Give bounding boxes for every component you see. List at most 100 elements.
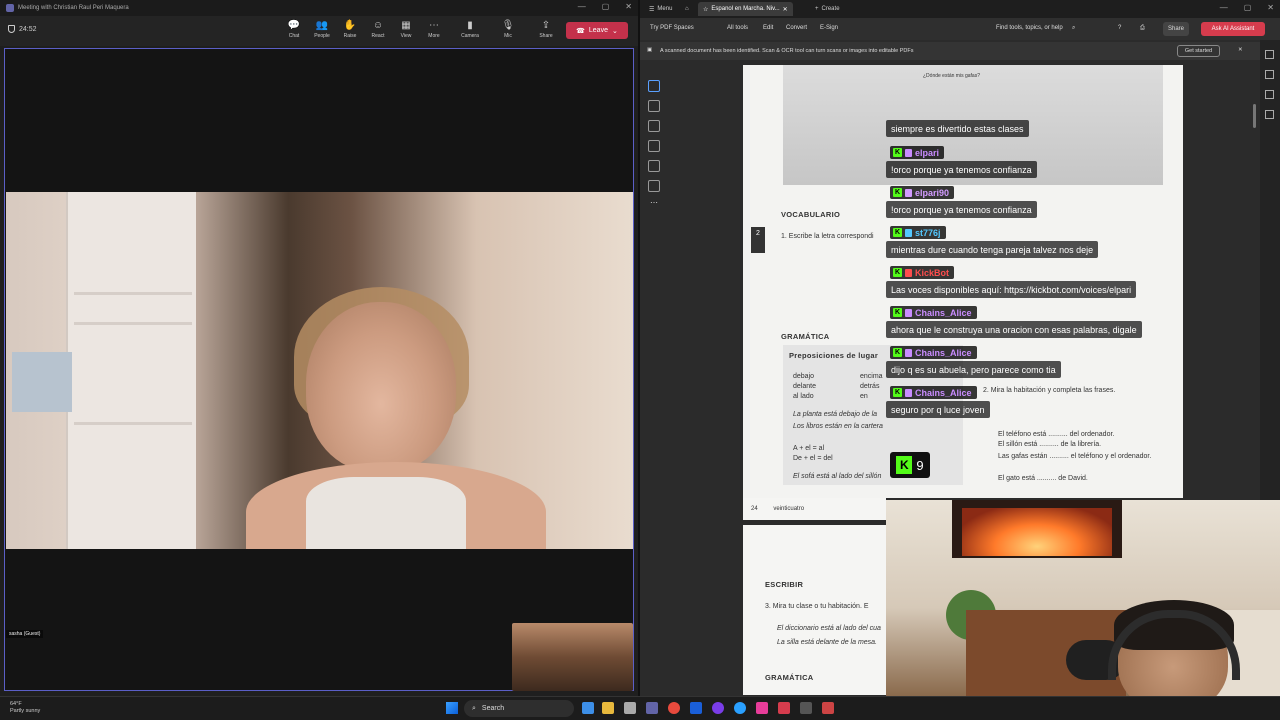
home-tab[interactable]: ⌂ [680, 2, 694, 16]
select-tool-icon[interactable] [648, 80, 660, 92]
pen-tool-icon[interactable] [648, 120, 660, 132]
weather-widget[interactable]: 64°F Partly sunny [10, 701, 40, 715]
chat-button[interactable]: 💬 Chat [281, 20, 307, 44]
teams-window-title: Meeting with Christian Raul Peri Maquera [18, 5, 129, 11]
home-icon: ⌂ [685, 6, 689, 12]
close-icon[interactable]: ✕ [625, 2, 632, 11]
video-person-top [306, 477, 466, 549]
annotation-tools: ⋯ [644, 74, 664, 214]
teams-window: Meeting with Christian Raul Peri Maquera… [0, 0, 638, 696]
maximize-icon[interactable]: ▢ [1244, 3, 1252, 12]
acrobat-icon[interactable] [778, 702, 790, 714]
chat-username[interactable]: Kst776j [890, 226, 946, 239]
react-button[interactable]: ☺ React [365, 20, 391, 44]
kick-badge-icon: K [893, 148, 902, 157]
app-l-icon[interactable] [690, 702, 702, 714]
browser-window-controls: — ▢ ✕ [1220, 3, 1274, 12]
edge-icon[interactable] [734, 702, 746, 714]
search-icon[interactable]: ⌕ [1072, 25, 1075, 32]
more-button[interactable]: ⋯ More [421, 20, 447, 44]
teams-window-controls: — ▢ ✕ [578, 2, 632, 11]
raise-hand-icon: ✋ [343, 20, 357, 31]
stamp-tool-icon[interactable] [648, 180, 660, 192]
taskbar-search-label: Search [481, 705, 505, 712]
tab-close-icon[interactable]: ✕ [783, 6, 788, 13]
leave-button[interactable]: ☎ Leave ⌄ [566, 22, 628, 39]
meeting-timer: 24:52 [8, 25, 37, 33]
bookmark-icon[interactable] [1265, 90, 1274, 99]
chrome-icon[interactable] [668, 702, 680, 714]
view-button[interactable]: ▦ View [393, 20, 419, 44]
pdf-document-tab[interactable]: ☆ Espanol en Marcha. Niv... ✕ [698, 2, 793, 16]
menu-tab[interactable]: ☰ Menu [644, 2, 677, 16]
attachments-icon[interactable] [1265, 110, 1274, 119]
share-button[interactable]: Share [1163, 22, 1189, 36]
participant-name-tag: sasha (Guest) [6, 630, 44, 638]
chat-message: Las voces disponibles aquí: https://kick… [886, 281, 1137, 298]
panel-icon[interactable] [1265, 50, 1274, 59]
chat-username[interactable]: Kelpari [890, 146, 945, 159]
kick-badge-icon: K [893, 188, 902, 197]
file-explorer-icon[interactable] [582, 702, 594, 714]
obs-icon[interactable] [712, 702, 724, 714]
camera-button[interactable]: ▮ Camera [457, 20, 483, 44]
chat-message: !orco porque ya tenemos confianza [886, 161, 1037, 178]
chapter-marker: 2 [751, 227, 765, 253]
user-badge-icon [905, 228, 912, 237]
find-tools-search[interactable]: Find tools, topics, or help [996, 25, 1063, 31]
create-tab[interactable]: + Create [810, 2, 845, 16]
taskbar-search[interactable]: ⌕ Search [464, 700, 574, 717]
maximize-icon[interactable]: ▢ [602, 2, 610, 11]
desktop: Meeting with Christian Raul Peri Maquera… [0, 0, 1280, 720]
mic-button[interactable]: 🎙 Mic [495, 20, 521, 44]
ai-assistant-button[interactable]: Ask AI Assistant [1201, 22, 1265, 36]
banner-close-icon[interactable]: ✕ [1238, 47, 1243, 53]
pdf-toolbar: Try PDF Spaces All tools Edit Convert E-… [640, 18, 1280, 40]
windows-start-icon[interactable] [446, 702, 458, 714]
chat-username[interactable]: Kelpari90 [890, 186, 955, 199]
chat-username[interactable]: K Chains_Alice [890, 386, 977, 399]
star-icon: ☆ [703, 6, 709, 13]
chat-message: seguro por q luce joven [886, 401, 990, 418]
camera-icon: ▮ [467, 20, 473, 31]
view-icon: ▦ [401, 20, 411, 31]
zoom-tool-icon[interactable] [648, 100, 660, 112]
teams-app-icon[interactable] [646, 702, 658, 714]
chat-username[interactable]: K KickBot [890, 266, 955, 279]
convert-menu[interactable]: Convert [786, 25, 807, 31]
folder-icon[interactable] [602, 702, 614, 714]
app-icon[interactable] [800, 702, 812, 714]
chevron-down-icon[interactable]: ⌄ [612, 27, 618, 35]
esign-menu[interactable]: E-Sign [820, 25, 838, 31]
all-tools-menu[interactable]: All tools [727, 25, 748, 31]
teams-title-bar: Meeting with Christian Raul Peri Maquera… [0, 0, 638, 16]
get-started-button[interactable]: Get started [1177, 45, 1220, 57]
comment-icon[interactable] [1265, 70, 1274, 79]
raise-hand-button[interactable]: ✋ Raise [337, 20, 363, 44]
exercise-3: 3. Mira tu clase o tu habitación. E [765, 603, 869, 610]
text-tool-icon[interactable] [648, 160, 660, 172]
draw-tool-icon[interactable] [648, 140, 660, 152]
mail-icon[interactable] [624, 702, 636, 714]
self-view-video[interactable] [512, 623, 633, 691]
minimize-icon[interactable]: — [1220, 3, 1228, 12]
recorder-icon[interactable] [822, 702, 834, 714]
try-pdf-spaces-button[interactable]: Try PDF Spaces [650, 25, 694, 31]
meeting-stage [4, 48, 634, 691]
help-icon[interactable]: ? [1118, 25, 1121, 31]
share-screen-button[interactable]: ⇪ Share [533, 20, 559, 44]
chat-username[interactable]: K Chains_Alice [890, 306, 977, 319]
user-badge-icon [905, 188, 912, 197]
minimize-icon[interactable]: — [578, 2, 586, 11]
tiktok-icon[interactable] [756, 702, 768, 714]
kick-badge-icon: K [893, 388, 902, 397]
people-button[interactable]: 👥 People [309, 20, 335, 44]
sentence-4: El gato está .......... de David. [998, 475, 1088, 482]
mic-icon: 🎙 [501, 20, 515, 31]
search-icon: ⌕ [472, 704, 476, 712]
edit-menu[interactable]: Edit [763, 25, 773, 31]
close-icon[interactable]: ✕ [1267, 3, 1274, 12]
chat-username[interactable]: K Chains_Alice [890, 346, 977, 359]
print-icon[interactable]: ⎙ [1140, 25, 1145, 32]
more-tools-icon[interactable]: ⋯ [650, 198, 658, 207]
